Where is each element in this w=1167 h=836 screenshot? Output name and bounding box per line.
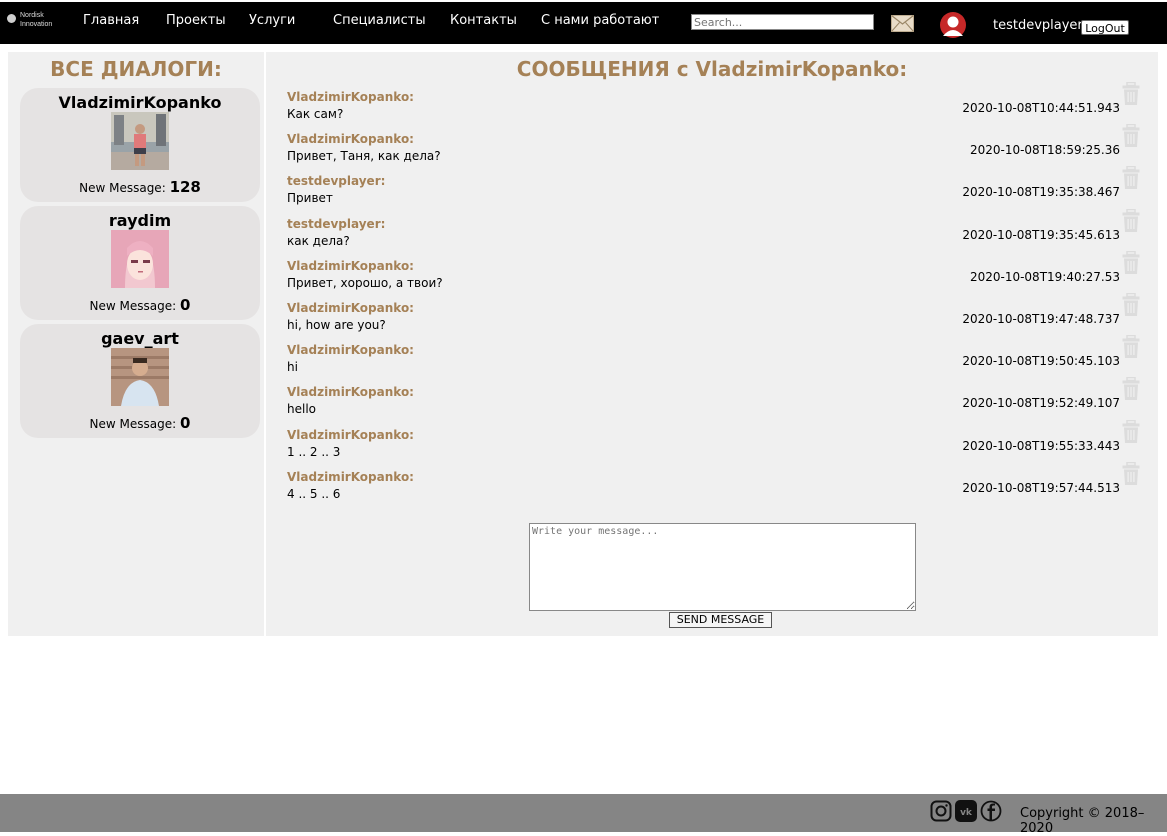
dialog-avatar [111,348,169,406]
logo-text-bottom: Innovation [20,21,53,28]
message-text: hi [287,360,298,375]
svg-text:vk: vk [960,808,973,818]
send-message-button[interactable]: SEND MESSAGE [669,612,772,628]
new-message-count: 0 [180,296,191,314]
message-text: 4 .. 5 .. 6 [287,486,341,501]
message-timestamp: 2020-10-08T19:57:44.513 [962,480,1120,495]
dialog-item-raydim[interactable]: raydim New Message: 0 [20,206,260,320]
delete-message-icon[interactable] [1122,250,1140,275]
message-item: VladzimirKopanko: Как сам? 2020-10-08T10:4… [287,81,1157,130]
message-author: VladzimirKopanko: [287,427,414,442]
delete-message-icon[interactable] [1122,377,1140,401]
message-item: VladzimirKopanko: hi 2020-10-08T19:50:45.1… [287,334,1157,383]
messages-panel: СООБЩЕНИЯ с VladzimirKopanko: VladzimirK… [266,52,1158,636]
message-item: testdevplayer: как дела? 2020-10-08T19:35:… [287,208,1157,257]
dialog-name: gaev_art [101,329,179,348]
delete-message-icon[interactable] [1122,81,1140,106]
delete-message-icon[interactable] [1122,461,1140,486]
new-message-count: 0 [180,414,191,432]
message-text: Привет [287,191,333,206]
message-timestamp: 2020-10-08T19:50:45.103 [962,354,1120,369]
dialog-new-message: New Message: 128 [20,178,260,196]
message-timestamp: 2020-10-08T19:35:45.613 [962,227,1120,242]
dialog-new-message: New Message: 0 [20,296,260,314]
message-timestamp: 2020-10-08T19:55:33.443 [962,438,1120,453]
message-timestamp: 2020-10-08T19:47:48.737 [962,312,1120,326]
vk-icon[interactable]: vk [955,800,977,822]
message-author: VladzimirKopanko: [287,301,414,315]
logo-mark-icon [7,14,16,23]
message-item: VladzimirKopanko: Привет, хорошо, а твои?… [287,250,1157,299]
dialog-avatar [111,112,169,170]
logo-text-top: Nordisk [20,12,44,19]
dialog-item-gaev-art[interactable]: gaev_art New Message: 0 [20,324,260,438]
user-avatar-icon[interactable] [940,12,966,38]
message-text: как дела? [287,233,350,248]
message-item: VladzimirKopanko: 1 .. 2 .. 3 2020-10-08T1… [287,419,1157,468]
logout-button[interactable]: LogOut [1081,20,1129,35]
message-item: VladzimirKopanko: 4 .. 5 .. 6 2020-10-08T1… [287,461,1157,510]
message-author: VladzimirKopanko: [287,385,414,400]
mail-icon[interactable] [891,15,914,32]
delete-message-icon[interactable] [1122,208,1140,233]
message-timestamp: 2020-10-08T19:35:38.467 [962,185,1120,200]
nav-link-contacts[interactable]: Контакты [450,13,517,28]
dialog-new-message: New Message: 0 [20,414,260,432]
delete-message-icon[interactable] [1122,419,1140,444]
message-author: VladzimirKopanko: [287,132,414,147]
dialog-name: raydim [108,211,172,230]
delete-message-icon[interactable] [1122,123,1140,148]
message-item: VladzimirKopanko: hi, how are you? 2020-10… [287,292,1157,341]
message-author: VladzimirKopanko: [287,343,414,358]
search-input[interactable] [691,14,874,30]
footer: vk Copyright © 2018–2020 [0,794,1167,836]
nav-link-specialists[interactable]: Специалисты [333,13,426,28]
nav-link-home[interactable]: Главная [83,13,139,28]
message-text: Привет, хорошо, а твои? [287,275,443,290]
nav-link-projects[interactable]: Проекты [166,13,226,28]
dialog-item-vladzimirkopanko[interactable]: VladzimirKopanko New Message: 128 [20,88,260,202]
delete-message-icon[interactable] [1122,292,1140,317]
message-author: VladzimirKopanko: [287,90,414,104]
message-input[interactable] [529,523,916,611]
message-item: testdevplayer: Привет 2020-10-08T19:35:38.… [287,166,1157,214]
logo[interactable]: Nordisk Innovation [7,12,59,35]
dialogs-panel: ВСЕ ДИАЛОГИ: VladzimirKopanko New Messag… [8,52,264,636]
new-message-label: New Message: [89,299,177,313]
current-username: testdevplayer [993,18,1083,33]
new-message-count: 128 [169,178,201,196]
nav-link-services[interactable]: Услуги [249,13,295,28]
message-timestamp: 2020-10-08T19:40:27.53 [969,269,1120,284]
message-text: 1 .. 2 .. 3 [287,444,341,459]
message-item: VladzimirKopanko: hello 2020-10-08T19:52:4… [287,377,1157,425]
message-author: testdevplayer: [287,216,386,231]
instagram-icon[interactable] [930,800,952,822]
dialogs-title: ВСЕ ДИАЛОГИ: [50,57,222,81]
message-author: VladzimirKopanko: [287,469,414,484]
message-author: VladzimirKopanko: [287,258,414,273]
message-timestamp: 2020-10-08T18:59:25.36 [969,143,1120,158]
message-timestamp: 2020-10-08T19:52:49.107 [962,396,1120,411]
message-text: hello [287,402,316,417]
message-text: Привет, Таня, как дела? [287,149,441,164]
message-text: hi, how are you? [287,318,386,332]
new-message-label: New Message: [79,181,166,195]
delete-message-icon[interactable] [1122,334,1140,359]
top-navbar: Nordisk Innovation Главная Проекты Услуг… [0,2,1167,44]
dialog-name: VladzimirKopanko [58,93,222,112]
messages-title: СООБЩЕНИЯ с VladzimirKopanko: [516,57,908,81]
delete-message-icon[interactable] [1122,166,1140,190]
message-timestamp: 2020-10-08T10:44:51.943 [962,101,1120,115]
nav-link-partners[interactable]: С нами работают [541,13,659,28]
dialog-avatar [111,230,169,288]
message-item: VladzimirKopanko: Привет, Таня, как дела?… [287,123,1157,172]
message-author: testdevplayer: [287,174,386,189]
new-message-label: New Message: [89,417,177,431]
facebook-icon[interactable] [980,800,1002,822]
message-text: Как сам? [287,107,344,121]
